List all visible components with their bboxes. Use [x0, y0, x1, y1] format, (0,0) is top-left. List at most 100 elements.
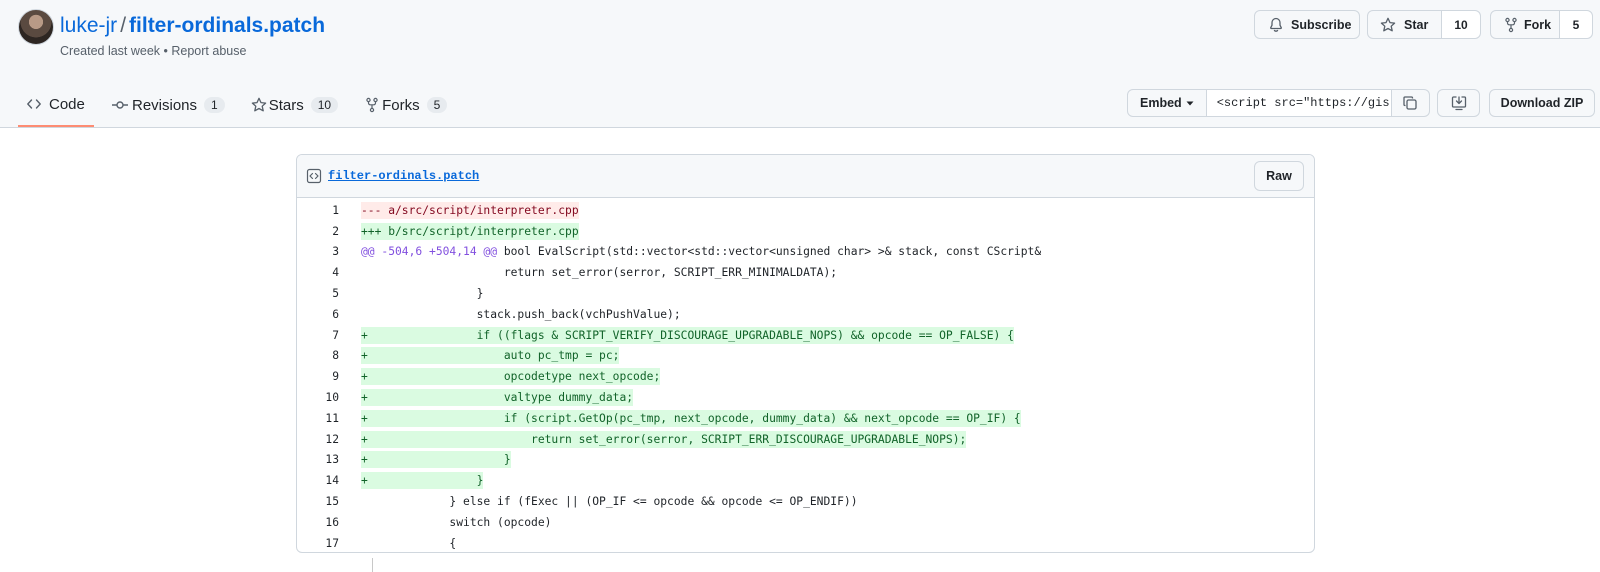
- tab-code[interactable]: Code: [18, 86, 94, 127]
- gist-tabs: Code Revisions 1 Stars 10 Forks 5: [18, 86, 456, 127]
- fork-icon: [364, 97, 380, 113]
- copy-button[interactable]: [1391, 89, 1430, 117]
- fork-label: Fork: [1524, 17, 1552, 32]
- tab-revisions[interactable]: Revisions 1: [102, 86, 234, 124]
- line-number[interactable]: 16: [297, 516, 339, 529]
- code-line: 17 {: [297, 533, 1314, 552]
- line-content: {: [361, 536, 457, 550]
- line-content: @@ -504,6 +504,14 @@ bool EvalScript(std…: [361, 243, 1041, 260]
- line-number[interactable]: 1: [297, 204, 339, 217]
- code-square-icon: [306, 168, 322, 184]
- tab-revisions-label: Revisions: [132, 96, 198, 114]
- caret-down-icon: [1186, 99, 1194, 107]
- code-line: 16 switch (opcode): [297, 512, 1314, 533]
- code-line: 2 +++ b/src/script/interpreter.cpp: [297, 221, 1314, 242]
- line-number[interactable]: 3: [297, 245, 339, 258]
- fork-icon: [1503, 17, 1519, 33]
- gist-title: luke-jr / filter-ordinals.patch: [60, 11, 325, 41]
- download-zip-label: Download ZIP: [1500, 96, 1584, 110]
- code-line: 1 --- a/src/script/interpreter.cpp: [297, 200, 1314, 221]
- tab-forks-label: Forks: [382, 96, 420, 114]
- code-line: 11 + if (script.GetOp(pc_tmp, next_opcode…: [297, 408, 1314, 429]
- embed-group: Embed <script src="https://gis: [1127, 89, 1430, 117]
- desktop-download-button[interactable]: [1437, 89, 1480, 117]
- line-content: +++ b/src/script/interpreter.cpp: [361, 222, 579, 240]
- code-line: 9 + opcodetype next_opcode;: [297, 366, 1314, 387]
- line-number[interactable]: 11: [297, 412, 339, 425]
- line-content: + }: [361, 472, 484, 490]
- line-number[interactable]: 15: [297, 495, 339, 508]
- hunk-header: @@ -504,6 +504,14 @@: [361, 245, 498, 259]
- code-line: 13 + }: [297, 450, 1314, 471]
- line-number[interactable]: 4: [297, 266, 339, 279]
- code-view: 1 --- a/src/script/interpreter.cpp 2 +++ b/…: [297, 198, 1314, 552]
- line-number[interactable]: 7: [297, 329, 339, 342]
- code-line: 8 + auto pc_tmp = pc;: [297, 346, 1314, 367]
- embed-dropdown[interactable]: Embed: [1127, 89, 1207, 117]
- subscribe-label: Subscribe: [1291, 17, 1352, 32]
- code-line: 7 + if ((flags & SCRIPT_VERIFY_DISCOURAGE…: [297, 325, 1314, 346]
- gist-name-link[interactable]: filter-ordinals.patch: [129, 14, 325, 37]
- star-label: Star: [1404, 17, 1429, 32]
- star-count[interactable]: 10: [1441, 11, 1480, 38]
- line-text: bool EvalScript(std::vector<std::vector<…: [497, 245, 1042, 259]
- stars-count: 10: [310, 97, 339, 113]
- copy-icon: [1402, 95, 1418, 111]
- tab-stars[interactable]: Stars 10: [242, 86, 347, 124]
- line-content: + auto pc_tmp = pc;: [361, 347, 620, 365]
- line-content: + if ((flags & SCRIPT_VERIFY_DISCOURAGE_…: [361, 326, 1014, 344]
- star-button[interactable]: Star 10: [1367, 10, 1481, 39]
- code-icon: [26, 96, 42, 112]
- line-content: stack.push_back(vchPushValue);: [361, 307, 681, 321]
- code-line: 5 }: [297, 283, 1314, 304]
- commit-icon: [111, 97, 129, 113]
- subscribe-button[interactable]: Subscribe: [1254, 10, 1360, 39]
- tab-stars-label: Stars: [268, 96, 304, 114]
- star-icon: [251, 97, 267, 113]
- line-content: return set_error(serror, SCRIPT_ERR_MINI…: [361, 266, 838, 280]
- line-content: + valtype dummy_data;: [361, 389, 634, 407]
- line-number[interactable]: 12: [297, 433, 339, 446]
- owner-link[interactable]: luke-jr: [60, 14, 117, 37]
- line-number[interactable]: 5: [297, 287, 339, 300]
- embed-label: Embed: [1140, 96, 1182, 110]
- code-line: 14 + }: [297, 470, 1314, 491]
- text-cursor: [372, 558, 373, 572]
- line-number[interactable]: 10: [297, 391, 339, 404]
- file-box: filter-ordinals.patch Raw 1 --- a/src/scr…: [296, 154, 1315, 553]
- download-zip-button[interactable]: Download ZIP: [1489, 89, 1595, 117]
- line-number[interactable]: 2: [297, 225, 339, 238]
- line-number[interactable]: 8: [297, 349, 339, 362]
- line-number[interactable]: 14: [297, 474, 339, 487]
- avatar[interactable]: [18, 9, 54, 45]
- file-name-link[interactable]: filter-ordinals.patch: [328, 169, 479, 183]
- fork-count[interactable]: 5: [1559, 11, 1592, 38]
- line-number[interactable]: 13: [297, 453, 339, 466]
- line-number[interactable]: 17: [297, 537, 339, 550]
- line-content: }: [361, 287, 484, 301]
- forks-count: 5: [426, 97, 448, 113]
- line-content: + if (script.GetOp(pc_tmp, next_opcode, …: [361, 409, 1021, 427]
- line-content: switch (opcode): [361, 515, 552, 529]
- gist-header: luke-jr / filter-ordinals.patch Created la…: [0, 0, 1600, 128]
- line-content: + opcodetype next_opcode;: [361, 368, 661, 386]
- title-separator: /: [120, 14, 127, 37]
- code-line: 6 stack.push_back(vchPushValue);: [297, 304, 1314, 325]
- revisions-count: 1: [204, 97, 225, 113]
- fork-button[interactable]: Fork 5: [1490, 10, 1593, 39]
- embed-code-input[interactable]: <script src="https://gis: [1206, 89, 1392, 117]
- star-icon: [1380, 17, 1396, 33]
- line-number[interactable]: 6: [297, 308, 339, 321]
- code-line: 12 + return set_error(serror, SCRIPT_ERR_…: [297, 429, 1314, 450]
- code-line: 10 + valtype dummy_data;: [297, 387, 1314, 408]
- line-content: + }: [361, 451, 511, 469]
- line-number[interactable]: 9: [297, 370, 339, 383]
- raw-button[interactable]: Raw: [1254, 161, 1304, 191]
- code-line: 15 } else if (fExec || (OP_IF <= opcode …: [297, 491, 1314, 512]
- line-content: --- a/src/script/interpreter.cpp: [361, 201, 579, 219]
- code-line: 3 @@ -504,6 +504,14 @@ bool EvalScript(st…: [297, 242, 1314, 263]
- file-header: filter-ordinals.patch Raw: [297, 155, 1314, 198]
- code-line: 4 return set_error(serror, SCRIPT_ERR_MI…: [297, 262, 1314, 283]
- tab-forks[interactable]: Forks 5: [355, 86, 456, 124]
- line-content: + return set_error(serror, SCRIPT_ERR_DI…: [361, 430, 967, 448]
